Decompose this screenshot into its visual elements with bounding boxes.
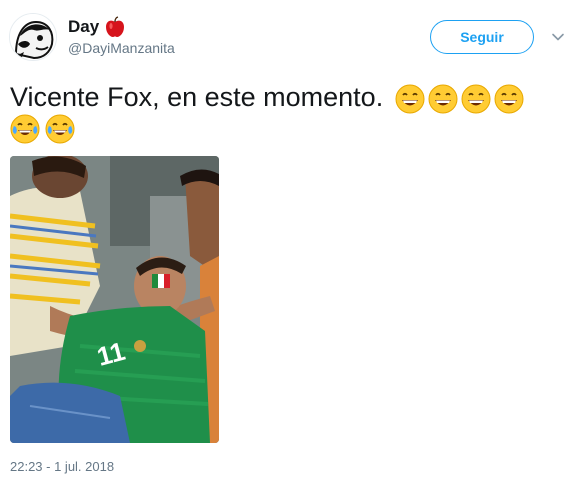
name-row: Day bbox=[68, 16, 125, 38]
emoji-row-2 bbox=[10, 114, 75, 144]
avatar-cartoon-icon bbox=[10, 14, 56, 60]
chevron-down-icon[interactable] bbox=[551, 30, 565, 44]
tweet-photo[interactable]: 11 bbox=[10, 156, 219, 443]
apple-icon bbox=[106, 16, 125, 37]
grinning-face-icon bbox=[461, 84, 491, 114]
tweet-body: Vicente Fox, en este momento. bbox=[10, 82, 384, 112]
photo-fan-jersey-icon: 11 bbox=[10, 156, 219, 443]
tweet-text: Vicente Fox, en este momento. bbox=[10, 80, 570, 114]
grinning-face-icon bbox=[494, 84, 524, 114]
tears-of-joy-icon bbox=[45, 114, 75, 144]
avatar[interactable] bbox=[9, 13, 57, 61]
tweet-timestamp[interactable]: 22:23 - 1 jul. 2018 bbox=[10, 459, 114, 474]
grinning-face-icon bbox=[428, 84, 458, 114]
user-handle[interactable]: @DayiManzanita bbox=[68, 40, 175, 56]
tweet-card: Day @DayiManzanita Seguir Vicente Fox, e… bbox=[0, 0, 580, 483]
follow-button[interactable]: Seguir bbox=[430, 20, 534, 54]
display-name[interactable]: Day bbox=[68, 17, 99, 37]
tears-of-joy-icon bbox=[10, 114, 40, 144]
emoji-row-1 bbox=[395, 84, 524, 114]
grinning-face-icon bbox=[395, 84, 425, 114]
